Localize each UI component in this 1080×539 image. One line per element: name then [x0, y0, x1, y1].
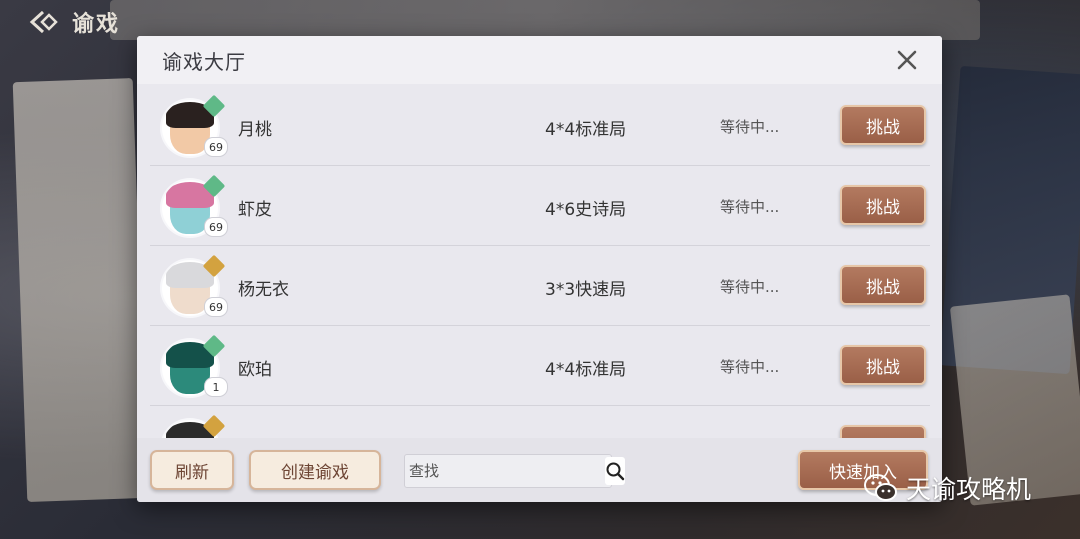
game-mode: 4*4标准局 [545, 360, 627, 380]
search-box [404, 454, 625, 488]
player-avatar: 69 [162, 94, 228, 157]
player-avatar: 1 [162, 334, 228, 397]
player-name: 杨无衣 [238, 280, 289, 300]
room-row: 1 欧珀 4*4标准局 等待中... 挑战 [150, 326, 930, 406]
room-status: 等待中... [720, 198, 780, 216]
watermark-text: 天谕攻略机 [906, 475, 1032, 504]
search-input[interactable] [405, 454, 605, 488]
create-game-button[interactable]: 创建谕戏 [249, 450, 381, 490]
room-status: 等待中... [720, 278, 780, 296]
player-avatar: 69 [162, 254, 228, 317]
close-icon [897, 50, 917, 70]
challenge-button[interactable]: 挑战 [840, 265, 926, 305]
modal-header: 谕戏大厅 [137, 36, 942, 84]
level-badge: 69 [204, 137, 228, 157]
game-mode: 4*6史诗局 [545, 200, 627, 220]
level-badge: 69 [204, 297, 228, 317]
level-badge: 69 [204, 217, 228, 237]
player-name: 欧珀 [238, 360, 272, 380]
close-button[interactable] [894, 47, 920, 73]
challenge-button[interactable]: 挑战 [840, 105, 926, 145]
bottom-bar: 刷新 创建谕戏 快速加入 [137, 438, 942, 502]
back-arrow-icon[interactable] [28, 7, 62, 37]
lobby-modal: 谕戏大厅 69 月桃 4*4标准局 等待中... 挑战 69 虾皮 4*6史诗局… [137, 36, 942, 502]
search-icon [606, 462, 625, 481]
player-name: 虾皮 [238, 200, 272, 220]
player-avatar: 69 [162, 174, 228, 237]
level-badge: 1 [204, 377, 228, 397]
room-row: 69 虾皮 4*6史诗局 等待中... 挑战 [150, 166, 930, 246]
wechat-icon [864, 474, 897, 501]
challenge-button[interactable]: 挑战 [840, 345, 926, 385]
background-card-left [12, 78, 148, 502]
room-status: 等待中... [720, 118, 780, 136]
top-bar: 谕戏 [28, 6, 120, 38]
room-list[interactable]: 69 月桃 4*4标准局 等待中... 挑战 69 虾皮 4*6史诗局 等待中.… [150, 86, 930, 472]
game-mode: 4*4标准局 [545, 120, 627, 140]
room-row: 69 月桃 4*4标准局 等待中... 挑战 [150, 86, 930, 166]
search-button[interactable] [605, 457, 625, 485]
player-name: 月桃 [238, 120, 272, 140]
watermark: 天谕攻略机 [864, 470, 1031, 506]
room-row: 69 杨无衣 3*3快速局 等待中... 挑战 [150, 246, 930, 326]
game-mode: 3*3快速局 [545, 280, 627, 300]
room-status: 等待中... [720, 358, 780, 376]
refresh-button[interactable]: 刷新 [150, 450, 234, 490]
game-title: 谕戏 [72, 12, 121, 37]
challenge-button[interactable]: 挑战 [840, 185, 926, 225]
modal-title: 谕戏大厅 [162, 49, 246, 74]
background-strip [110, 0, 980, 40]
